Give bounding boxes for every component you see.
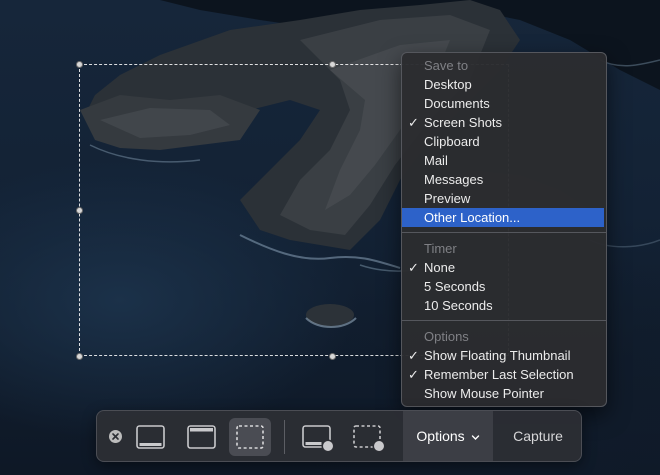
- menu-divider: [402, 232, 606, 233]
- resize-handle-top-left[interactable]: [76, 61, 83, 68]
- options-button[interactable]: Options: [403, 411, 493, 461]
- record-entire-screen-icon: [302, 425, 335, 453]
- menu-section-header: Timer: [402, 239, 606, 258]
- capture-window-button[interactable]: [180, 418, 222, 456]
- menu-item-mail[interactable]: Mail: [402, 151, 606, 170]
- record-entire-screen-button[interactable]: [296, 418, 338, 456]
- menu-item-preview[interactable]: Preview: [402, 189, 606, 208]
- menu-item-label: 5 Seconds: [424, 279, 486, 294]
- menu-item-show-mouse-pointer[interactable]: Show Mouse Pointer: [402, 384, 606, 403]
- record-selection-icon: [353, 425, 386, 453]
- menu-item-label: Other Location...: [424, 210, 521, 225]
- menu-item-label: Preview: [424, 191, 471, 206]
- capture-selection-button[interactable]: [229, 418, 271, 456]
- menu-section-header: Save to: [402, 56, 606, 75]
- menu-section-header-label: Timer: [424, 241, 457, 256]
- capture-entire-screen-button[interactable]: [129, 418, 171, 456]
- resize-handle-bottom-left[interactable]: [76, 353, 83, 360]
- resize-handle-bottom-center[interactable]: [329, 353, 336, 360]
- menu-item-messages[interactable]: Messages: [402, 170, 606, 189]
- menu-section-header-label: Save to: [424, 58, 469, 73]
- screenshot-toolbar: Options Capture: [96, 410, 582, 462]
- capture-entire-screen-icon: [136, 425, 165, 449]
- capture-selection-icon: [236, 425, 264, 449]
- menu-item-label: Show Floating Thumbnail: [424, 348, 571, 363]
- menu-item-none[interactable]: ✓ None: [402, 258, 606, 277]
- capture-button-label: Capture: [513, 428, 563, 444]
- resize-handle-top-center[interactable]: [329, 61, 336, 68]
- menu-item-remember-last-selection[interactable]: ✓ Remember Last Selection: [402, 365, 606, 384]
- menu-item-label: Messages: [424, 172, 484, 187]
- checkmark-icon: ✓: [408, 348, 419, 363]
- options-button-label: Options: [416, 428, 465, 444]
- menu-item-desktop[interactable]: Desktop: [402, 75, 606, 94]
- menu-item-label: Clipboard: [424, 134, 480, 149]
- menu-item-label: Documents: [424, 96, 490, 111]
- capture-button[interactable]: Capture: [495, 411, 581, 461]
- menu-item-label: Mail: [424, 153, 448, 168]
- menu-section-header: Options: [402, 327, 606, 346]
- capture-window-icon: [187, 425, 216, 449]
- menu-item-label: Show Mouse Pointer: [424, 386, 544, 401]
- menu-section-header-label: Options: [424, 329, 469, 344]
- chevron-down-icon: [471, 435, 479, 440]
- menu-item-clipboard[interactable]: Clipboard: [402, 132, 606, 151]
- menu-item-show-floating-thumbnail[interactable]: ✓ Show Floating Thumbnail: [402, 346, 606, 365]
- checkmark-icon: ✓: [408, 367, 419, 382]
- resize-handle-middle-left[interactable]: [76, 207, 83, 214]
- menu-item-5-seconds[interactable]: 5 Seconds: [402, 277, 606, 296]
- menu-item-other-location[interactable]: Other Location...: [402, 208, 604, 227]
- menu-item-label: Desktop: [424, 77, 472, 92]
- menu-item-label: Screen Shots: [424, 115, 503, 130]
- checkmark-icon: ✓: [408, 260, 419, 275]
- menu-item-documents[interactable]: Documents: [402, 94, 606, 113]
- menu-item-label: None: [424, 260, 456, 275]
- toolbar-divider: [284, 420, 285, 454]
- checkmark-icon: ✓: [408, 115, 419, 130]
- record-selection-button[interactable]: [347, 418, 389, 456]
- menu-divider: [402, 320, 606, 321]
- options-menu: Save to Desktop Documents ✓ Screen Shots Clip…: [401, 52, 607, 407]
- close-icon[interactable]: [109, 430, 122, 443]
- menu-item-10-seconds[interactable]: 10 Seconds: [402, 296, 606, 315]
- menu-item-label: Remember Last Selection: [424, 367, 574, 382]
- menu-item-screen-shots[interactable]: ✓ Screen Shots: [402, 113, 606, 132]
- menu-item-label: 10 Seconds: [424, 298, 493, 313]
